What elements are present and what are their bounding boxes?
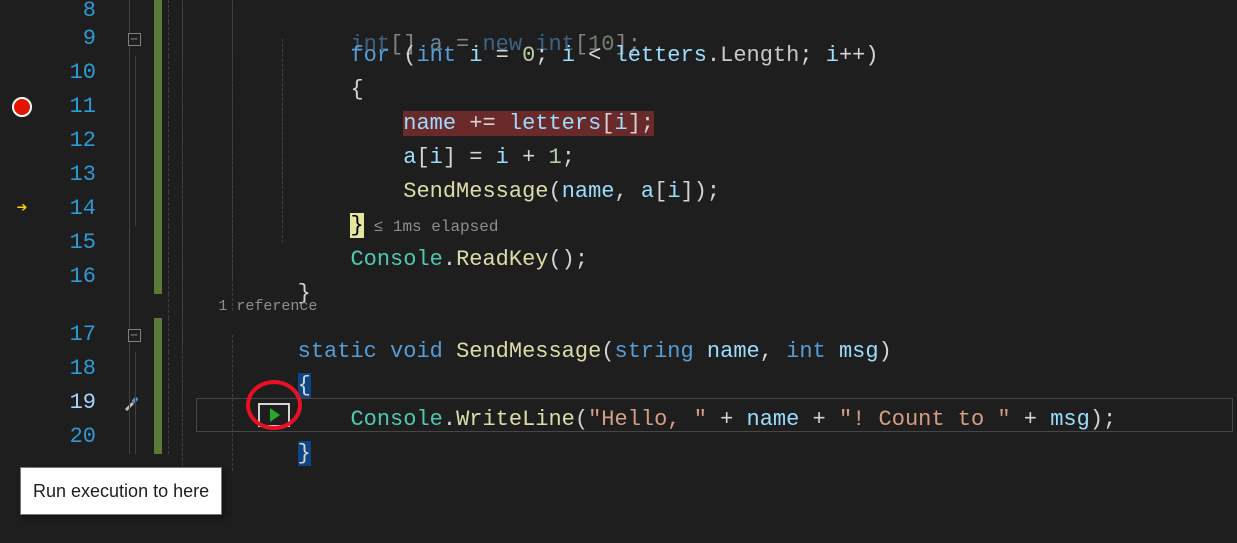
line-number: 11 — [44, 90, 114, 124]
change-indicator — [154, 352, 162, 386]
fold-gutter[interactable] — [114, 90, 154, 124]
line-number: 18 — [44, 352, 114, 386]
fold-gutter[interactable] — [114, 56, 154, 90]
line-number: 16 — [44, 260, 114, 294]
line-number: 20 — [44, 420, 114, 454]
fold-gutter[interactable] — [114, 0, 154, 22]
change-indicator — [154, 420, 162, 454]
code-editor[interactable]: 8 int[] a = new int[10]; 9 − for (int i … — [0, 0, 1237, 543]
play-icon — [270, 408, 280, 422]
code-line[interactable]: 20 } — [0, 420, 1237, 454]
run-to-here-button[interactable] — [258, 403, 290, 427]
line-number: 9 — [44, 22, 114, 56]
change-indicator — [154, 226, 162, 260]
fold-gutter[interactable] — [114, 124, 154, 158]
change-indicator — [154, 158, 162, 192]
fold-gutter[interactable] — [114, 352, 154, 386]
fold-gutter[interactable]: − — [114, 22, 154, 56]
line-number: 12 — [44, 124, 114, 158]
collapse-icon[interactable]: − — [128, 33, 141, 46]
breakpoint-gutter[interactable] — [0, 158, 44, 192]
breakpoint-gutter[interactable] — [0, 260, 44, 294]
line-number: 10 — [44, 56, 114, 90]
change-indicator — [154, 386, 162, 420]
breakpoint-gutter[interactable] — [0, 0, 44, 22]
fold-gutter[interactable] — [114, 226, 154, 260]
breakpoint-gutter[interactable] — [0, 22, 44, 56]
fold-gutter[interactable]: − — [114, 318, 154, 352]
breakpoint-gutter[interactable] — [0, 420, 44, 454]
line-number: 14 — [44, 192, 114, 226]
tooltip: Run execution to here — [20, 467, 222, 515]
fold-gutter[interactable] — [114, 420, 154, 454]
current-statement-arrow-icon: ➔ — [17, 192, 28, 226]
fold-gutter[interactable] — [114, 158, 154, 192]
fold-gutter[interactable] — [114, 192, 154, 226]
change-indicator — [154, 56, 162, 90]
breakpoint-icon[interactable] — [12, 97, 32, 117]
change-indicator — [154, 318, 162, 352]
change-indicator — [154, 90, 162, 124]
breakpoint-gutter[interactable] — [0, 318, 44, 352]
breakpoint-gutter[interactable] — [0, 386, 44, 420]
change-indicator — [154, 124, 162, 158]
quick-actions-icon[interactable] — [120, 392, 142, 414]
fold-gutter[interactable] — [114, 260, 154, 294]
change-indicator — [154, 22, 162, 56]
change-indicator — [154, 260, 162, 294]
line-number: 13 — [44, 158, 114, 192]
breakpoint-gutter[interactable]: ➔ — [0, 192, 44, 226]
breakpoint-gutter[interactable] — [0, 124, 44, 158]
change-indicator — [154, 192, 162, 226]
line-number: 19 — [44, 386, 114, 420]
breakpoint-gutter[interactable] — [0, 352, 44, 386]
line-number: 17 — [44, 318, 114, 352]
breakpoint-gutter[interactable] — [0, 90, 44, 124]
change-indicator — [154, 0, 162, 22]
line-number: 15 — [44, 226, 114, 260]
breakpoint-gutter[interactable] — [0, 56, 44, 90]
collapse-icon[interactable]: − — [128, 329, 141, 342]
breakpoint-gutter[interactable] — [0, 226, 44, 260]
